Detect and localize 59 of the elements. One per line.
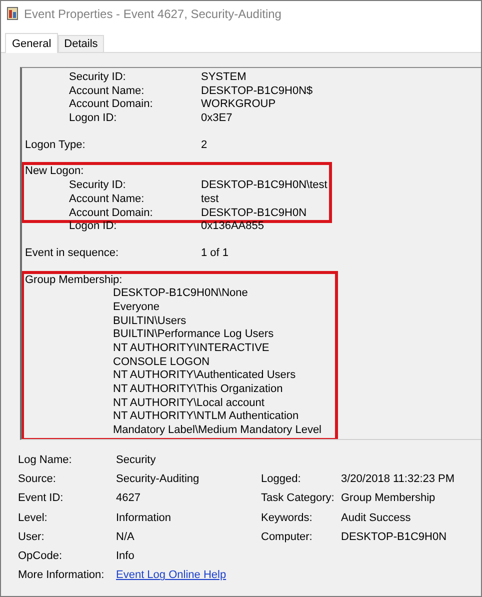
property-label: Log Name:	[18, 454, 73, 466]
field-value: 0x3E7	[201, 112, 232, 126]
tab[interactable]: Details	[58, 35, 104, 52]
field-label: Account Name:	[69, 84, 146, 98]
group-name: Mandatory Label\Medium Mandatory Level	[113, 424, 322, 438]
field-label: Security ID:	[69, 179, 127, 193]
field-label: Security ID:	[69, 71, 127, 85]
property-label: Event ID:	[18, 492, 64, 504]
group-name: BUILTIN\Users	[113, 314, 186, 328]
field-value: test	[201, 192, 219, 206]
property-value: N/A	[116, 530, 134, 543]
group-name: NT AUTHORITY\Local account	[113, 396, 264, 410]
property-label: More Information:	[18, 569, 106, 582]
field-value: DESKTOP-B1C9H0N	[201, 206, 307, 220]
property-label: Task Category:	[261, 492, 336, 504]
property-label: Computer:	[261, 530, 314, 543]
group-name: BUILTIN\Performance Log Users	[113, 328, 274, 342]
field-value: WORKGROUP	[201, 98, 276, 112]
field-label: Event in sequence:	[25, 246, 120, 261]
window-title: Event Properties - Event 4627, Security-Auditing	[24, 6, 282, 20]
field-value: DESKTOP-B1C9H0N$	[201, 84, 313, 98]
property-value: 3/20/2018 11:32:23 PM	[341, 472, 455, 485]
property-value: Info	[116, 550, 134, 562]
property-label: Level:	[18, 512, 48, 524]
field-label: Logon ID:	[69, 112, 118, 126]
field-value: 1 of 1	[201, 246, 229, 261]
group-name: CONSOLE LOGON	[113, 356, 210, 370]
field-value: 0x136AA855	[201, 220, 264, 234]
property-label: Source:	[18, 472, 57, 485]
field-value: 2	[201, 138, 208, 152]
field-label: Logon Type:	[25, 138, 86, 152]
property-value: Group Membership	[341, 492, 436, 504]
section-heading: Group Membership:	[25, 274, 122, 288]
property-value: Security	[116, 454, 156, 466]
property-label: OpCode:	[18, 550, 64, 562]
group-name: NT AUTHORITY\Authenticated Users	[113, 369, 296, 384]
field-label: Account Name:	[69, 192, 146, 206]
property-value: Security-Auditing	[116, 472, 200, 485]
property-label: Keywords:	[261, 512, 314, 524]
help-link[interactable]: Event Log Online Help	[116, 569, 226, 582]
section-heading: New Logon:	[25, 165, 84, 180]
group-name: NT AUTHORITY\NTLM Authentication	[113, 410, 299, 424]
property-value: 4627	[116, 492, 140, 504]
group-name: NT AUTHORITY\INTERACTIVE	[113, 342, 270, 356]
field-label: Account Domain:	[69, 98, 154, 112]
event-viewer-icon	[7, 7, 18, 20]
property-value: Information	[116, 512, 172, 524]
field-label: Account Domain:	[69, 206, 154, 220]
group-name: DESKTOP-B1C9H0N\None	[113, 287, 248, 301]
property-label: Logged:	[261, 472, 302, 485]
field-value: DESKTOP-B1C9H0N\test	[201, 179, 328, 193]
field-value: SYSTEM	[201, 71, 246, 85]
tab[interactable]: General	[5, 33, 58, 53]
property-value: DESKTOP-B1C9H0N	[341, 530, 447, 543]
field-label: Logon ID:	[69, 220, 118, 234]
group-name: NT AUTHORITY\This Organization	[113, 383, 283, 397]
group-name: Everyone	[113, 300, 160, 315]
property-value: Audit Success	[341, 512, 411, 524]
property-label: User:	[18, 530, 46, 543]
